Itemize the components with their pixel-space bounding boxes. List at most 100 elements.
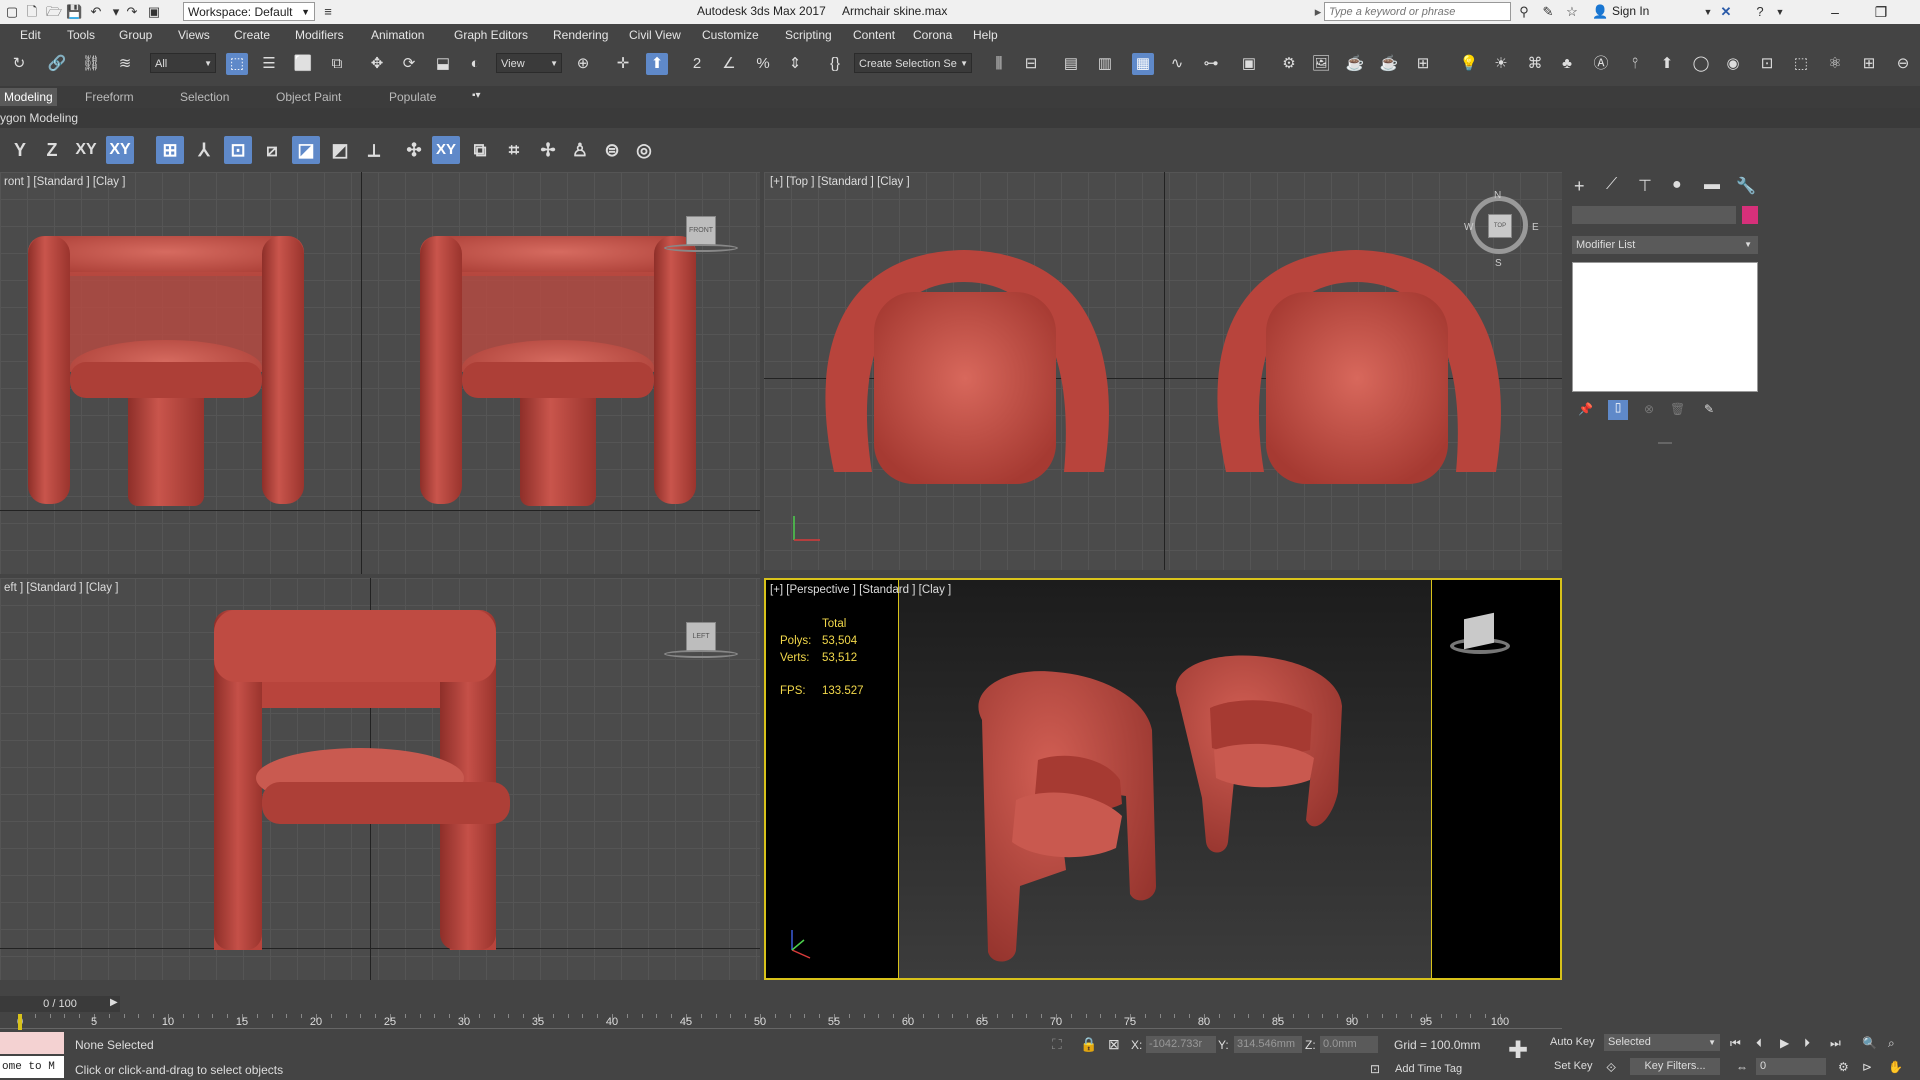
toggle-layer-explorer-icon[interactable]: ▥ <box>1094 53 1116 75</box>
restore-button[interactable]: ❐ <box>1858 0 1904 24</box>
minimize-button[interactable]: – <box>1812 0 1858 24</box>
corona-pattern-icon[interactable]: ⬚ <box>1790 53 1812 75</box>
viewcube-ring[interactable] <box>664 650 738 658</box>
corona-interactive-icon[interactable]: ◉ <box>1722 53 1744 75</box>
sign-in-button[interactable]: Sign In <box>1612 4 1649 18</box>
key-mode-toggle-icon[interactable]: ⇔ <box>1736 1060 1748 1074</box>
tab-selection[interactable]: Selection <box>180 90 229 104</box>
rotate-icon[interactable]: ⟳ <box>398 53 420 75</box>
workspace-dropdown[interactable]: Workspace: Default ▼ <box>183 2 315 21</box>
tab-freeform[interactable]: Freeform <box>85 90 134 104</box>
project-folder-icon[interactable]: ▣ <box>146 4 162 20</box>
menu-tools[interactable]: Tools <box>67 28 95 42</box>
absolute-mode-icon[interactable]: ⊠ <box>1108 1036 1120 1053</box>
maxscript-input[interactable]: ome to M <box>0 1056 64 1078</box>
schematic-view-icon[interactable]: ⊶ <box>1200 53 1222 75</box>
corona-light-icon[interactable]: 💡 <box>1458 53 1480 75</box>
viewcube-ring[interactable] <box>664 244 738 252</box>
material-editor-icon[interactable]: ▣ <box>1238 53 1260 75</box>
keyboard-shortcut-override-icon[interactable]: ⬆ <box>646 53 668 75</box>
pan-view-icon[interactable]: ✋ <box>1888 1060 1903 1074</box>
timeline-track[interactable]: 0510152025303540455055606570758085909510… <box>0 1014 1562 1029</box>
window-crossing-icon[interactable]: ⧉ <box>326 53 348 75</box>
undo-icon[interactable]: ↶ <box>88 4 104 20</box>
menu-customize[interactable]: Customize <box>702 28 759 42</box>
corona-scatter-icon[interactable]: ♣ <box>1556 53 1578 75</box>
toggle-scene-explorer-icon[interactable]: ▤ <box>1060 53 1082 75</box>
toggle-ribbon-icon[interactable]: ▦ <box>1132 53 1154 75</box>
menu-create[interactable]: Create <box>234 28 270 42</box>
link-icon[interactable]: 🔗 <box>46 53 68 75</box>
unlink-icon[interactable]: ⛓ <box>80 53 102 75</box>
pivot-center-icon[interactable]: ⊕ <box>572 53 594 75</box>
snap-face-icon[interactable]: ◪ <box>292 136 320 164</box>
menu-scripting[interactable]: Scripting <box>785 28 832 42</box>
display-tab-icon[interactable]: ▬ <box>1704 176 1720 194</box>
menu-modifiers[interactable]: Modifiers <box>295 28 344 42</box>
edit-named-selection-icon[interactable]: {} <box>824 53 846 75</box>
polygon-modeling-label[interactable]: ygon Modeling <box>0 111 78 125</box>
help-dropdown-icon[interactable]: ▼ <box>1772 4 1788 20</box>
corona-proxy-icon[interactable]: ⌘ <box>1524 53 1546 75</box>
corona-portal-icon[interactable]: ⊞ <box>1858 53 1880 75</box>
snap-grid-points-icon[interactable]: ⊞ <box>156 136 184 164</box>
new-file-icon[interactable]: 🗋 <box>24 4 40 20</box>
show-end-result-icon[interactable]: ▯ <box>1608 400 1628 420</box>
corona-decal-icon[interactable]: ⊡ <box>1756 53 1778 75</box>
angle-snap-icon[interactable]: ∠ <box>718 53 740 75</box>
align-icon[interactable]: ⊟ <box>1020 53 1042 75</box>
key-tangent-icon[interactable]: ⟐ <box>1606 1060 1616 1076</box>
constrain-xy-button[interactable]: XY <box>72 136 100 164</box>
object-color-swatch[interactable] <box>1742 206 1758 224</box>
zoom-icon[interactable]: 🔍 <box>1862 1036 1877 1050</box>
tab-populate[interactable]: Populate <box>389 90 436 104</box>
help-icon[interactable]: ? <box>1752 4 1768 20</box>
configure-modifier-sets-icon[interactable]: ✎ <box>1704 402 1714 416</box>
spinner-snap-icon[interactable]: ⇕ <box>784 53 806 75</box>
selection-lock-icon[interactable]: 🔒 <box>1080 1036 1097 1053</box>
placement-icon[interactable]: ◐ <box>464 53 486 75</box>
hierarchy-tab-icon[interactable]: ⊤ <box>1638 176 1652 196</box>
rendered-frame-window-icon[interactable]: 🖼 <box>1310 53 1332 75</box>
snap-xy-icon[interactable]: XY <box>432 136 460 164</box>
selection-filter-dropdown[interactable]: All ▼ <box>150 53 216 73</box>
corona-lister-icon[interactable]: ⊖ <box>1892 53 1914 75</box>
snap-edge-icon[interactable]: ⧄ <box>258 136 286 164</box>
redo-icon[interactable]: ↷ <box>124 4 140 20</box>
x-coordinate-field[interactable]: -1042.733r <box>1146 1036 1216 1053</box>
create-tab-icon[interactable]: + <box>1574 176 1585 197</box>
next-frame-icon[interactable]: ⏵ <box>1804 1036 1810 1051</box>
menu-group[interactable]: Group <box>119 28 152 42</box>
current-frame-field[interactable]: 0 <box>1756 1058 1826 1075</box>
utilities-tab-icon[interactable]: 🔧 <box>1736 176 1756 196</box>
key-mode-dropdown[interactable]: Selected ▼ <box>1604 1034 1720 1051</box>
menu-civil-view[interactable]: Civil View <box>629 28 681 42</box>
rectangular-region-icon[interactable]: ⬜ <box>292 53 314 75</box>
go-to-start-icon[interactable]: ⏮ <box>1730 1036 1741 1051</box>
curve-editor-icon[interactable]: ∿ <box>1166 53 1188 75</box>
menu-rendering[interactable]: Rendering <box>553 28 608 42</box>
previous-frame-icon[interactable]: ⏴ <box>1756 1036 1762 1051</box>
snap-pivot-icon[interactable]: ⅄ <box>190 136 218 164</box>
select-object-icon[interactable]: ⬚ <box>226 53 248 75</box>
percent-snap-icon[interactable]: % <box>752 53 774 75</box>
snap-frozen-icon[interactable]: ⊜ <box>598 136 626 164</box>
snaps-toggle-icon[interactable]: 2 <box>686 53 708 75</box>
viewcube-compass[interactable]: TOP <box>1470 196 1528 254</box>
render-setup-icon[interactable]: ⚙ <box>1278 53 1300 75</box>
corona-sun-icon[interactable]: ☀ <box>1490 53 1512 75</box>
reference-coordinate-dropdown[interactable]: View ▼ <box>496 53 562 73</box>
menu-animation[interactable]: Animation <box>371 28 424 42</box>
snap-use-axis-icon[interactable]: ♙ <box>566 136 594 164</box>
tab-modeling[interactable]: Modeling <box>0 88 57 106</box>
render-production-icon[interactable]: ☕ <box>1344 53 1366 75</box>
remove-modifier-icon[interactable]: 🗑 <box>1670 402 1685 416</box>
redo-scene-icon[interactable]: ↻ <box>8 53 30 75</box>
tab-object-paint[interactable]: Object Paint <box>276 90 341 104</box>
snap-midpoint-icon[interactable]: ⌗ <box>500 136 528 164</box>
z-coordinate-field[interactable]: 0.0mm <box>1320 1036 1378 1053</box>
viewport-perspective[interactable]: [+] [Perspective ] [Standard ] [Clay ] T… <box>764 578 1562 980</box>
snap-bounding-box-icon[interactable]: ◩ <box>326 136 354 164</box>
snap-center-icon[interactable]: ✢ <box>534 136 562 164</box>
viewport-left[interactable]: eft ] [Standard ] [Clay ] LEFT <box>0 578 760 980</box>
